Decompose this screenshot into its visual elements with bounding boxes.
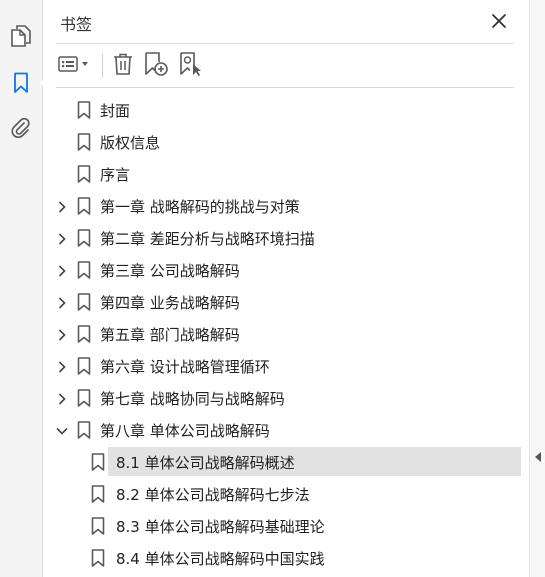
bookmark-label: 版权信息 <box>100 134 161 152</box>
bookmark-item[interactable]: 序言 <box>44 158 529 190</box>
chevron-down-icon[interactable] <box>55 423 69 437</box>
panel-splitter[interactable] <box>529 0 545 577</box>
bookmark-icon <box>77 325 91 343</box>
bookmark-icon <box>77 133 91 151</box>
close-panel-button[interactable] <box>490 12 508 30</box>
bookmark-label: 第五章 部门战略解码 <box>100 326 240 344</box>
bookmark-label: 第八章 单体公司战略解码 <box>100 422 270 440</box>
bookmark-child-item[interactable]: 8.1 单体公司战略解码概述 <box>44 446 529 478</box>
bookmark-child-item[interactable]: 8.4 单体公司战略解码中国实践 <box>44 542 529 574</box>
toolbar-divider <box>56 87 514 88</box>
bookmark-item[interactable]: 第二章 差距分析与战略环境扫描 <box>44 222 529 254</box>
new-bookmark-icon <box>143 51 169 81</box>
bookmark-icon <box>91 453 105 471</box>
bookmark-icon <box>77 101 91 119</box>
bookmark-icon <box>91 517 105 535</box>
toolbar-separator <box>102 54 103 78</box>
bookmark-label: 第七章 战略协同与战略解码 <box>100 390 285 408</box>
bookmark-label: 第一章 战略解码的挑战与对策 <box>100 198 300 216</box>
attachment-icon <box>10 117 32 139</box>
chevron-right-icon[interactable] <box>55 391 69 405</box>
bookmark-label: 第四章 业务战略解码 <box>100 294 240 312</box>
bookmark-label: 第二章 差距分析与战略环境扫描 <box>100 230 315 248</box>
bookmark-icon <box>77 421 91 439</box>
bookmark-label: 8.1 单体公司战略解码概述 <box>116 454 295 472</box>
bookmark-label: 8.3 单体公司战略解码基础理论 <box>116 518 325 536</box>
bookmark-label: 第三章 公司战略解码 <box>100 262 240 280</box>
bookmark-icon <box>77 293 91 311</box>
bookmark-icon <box>91 485 105 503</box>
find-bookmark-icon <box>177 51 203 81</box>
bookmark-label: 封面 <box>100 102 131 120</box>
options-menu-button[interactable] <box>56 52 92 80</box>
bookmark-label: 8.2 单体公司战略解码七步法 <box>116 486 310 504</box>
chevron-right-icon[interactable] <box>55 327 69 341</box>
chevron-right-icon[interactable] <box>55 359 69 373</box>
bookmark-item[interactable]: 版权信息 <box>44 126 529 158</box>
delete-bookmark-button[interactable] <box>111 52 135 80</box>
bookmark-item[interactable]: 第四章 业务战略解码 <box>44 286 529 318</box>
bookmark-icon <box>13 72 29 94</box>
bookmark-item[interactable]: 第六章 设计战略管理循环 <box>44 350 529 382</box>
panel-title: 书签 <box>60 15 93 34</box>
bookmark-item[interactable]: 封面 <box>44 94 529 126</box>
find-current-bookmark-button[interactable] <box>177 52 203 80</box>
bookmark-label: 序言 <box>100 166 131 184</box>
bookmark-icon <box>77 357 91 375</box>
bookmark-icon <box>77 389 91 407</box>
chevron-right-icon[interactable] <box>55 231 69 245</box>
bookmark-item[interactable]: 第八章 单体公司战略解码 <box>44 414 529 446</box>
bookmark-item[interactable]: 第一章 战略解码的挑战与对策 <box>44 190 529 222</box>
new-bookmark-button[interactable] <box>143 52 169 80</box>
bookmark-label: 第六章 设计战略管理循环 <box>100 358 270 376</box>
chevron-right-icon[interactable] <box>55 199 69 213</box>
bookmark-icon <box>77 261 91 279</box>
chevron-right-icon[interactable] <box>55 295 69 309</box>
attachments-button[interactable] <box>4 111 38 145</box>
bookmark-tree: 封面版权信息序言第一章 战略解码的挑战与对策 第二章 差距分析与战略环境扫描 第三章… <box>44 94 529 574</box>
bookmark-item[interactable]: 第三章 公司战略解码 <box>44 254 529 286</box>
header-divider <box>56 43 514 44</box>
pages-icon <box>10 24 32 48</box>
options-menu-icon <box>56 54 92 78</box>
navigation-rail <box>0 0 49 577</box>
bookmark-icon <box>77 165 91 183</box>
bookmark-child-item[interactable]: 8.2 单体公司战略解码七步法 <box>44 478 529 510</box>
bookmark-icon <box>77 229 91 247</box>
chevron-right-icon[interactable] <box>55 263 69 277</box>
bookmarks-toolbar <box>56 51 211 81</box>
bookmark-item[interactable]: 第七章 战略协同与战略解码 <box>44 382 529 414</box>
bookmark-label: 8.4 单体公司战略解码中国实践 <box>116 550 325 568</box>
page-thumbnails-button[interactable] <box>4 19 38 53</box>
bookmark-icon <box>77 197 91 215</box>
bookmark-icon <box>91 549 105 567</box>
delete-icon <box>111 52 135 80</box>
close-icon <box>490 14 508 34</box>
bookmark-item[interactable]: 第五章 部门战略解码 <box>44 318 529 350</box>
bookmarks-panel: 书签 封面 版权信息 序言 第一章 战略解码的挑战与对策 第二章 差距分析与战略… <box>44 0 529 577</box>
collapse-arrow-icon[interactable] <box>535 452 541 462</box>
bookmarks-panel-button[interactable] <box>4 66 49 100</box>
bookmark-child-item[interactable]: 8.3 单体公司战略解码基础理论 <box>44 510 529 542</box>
